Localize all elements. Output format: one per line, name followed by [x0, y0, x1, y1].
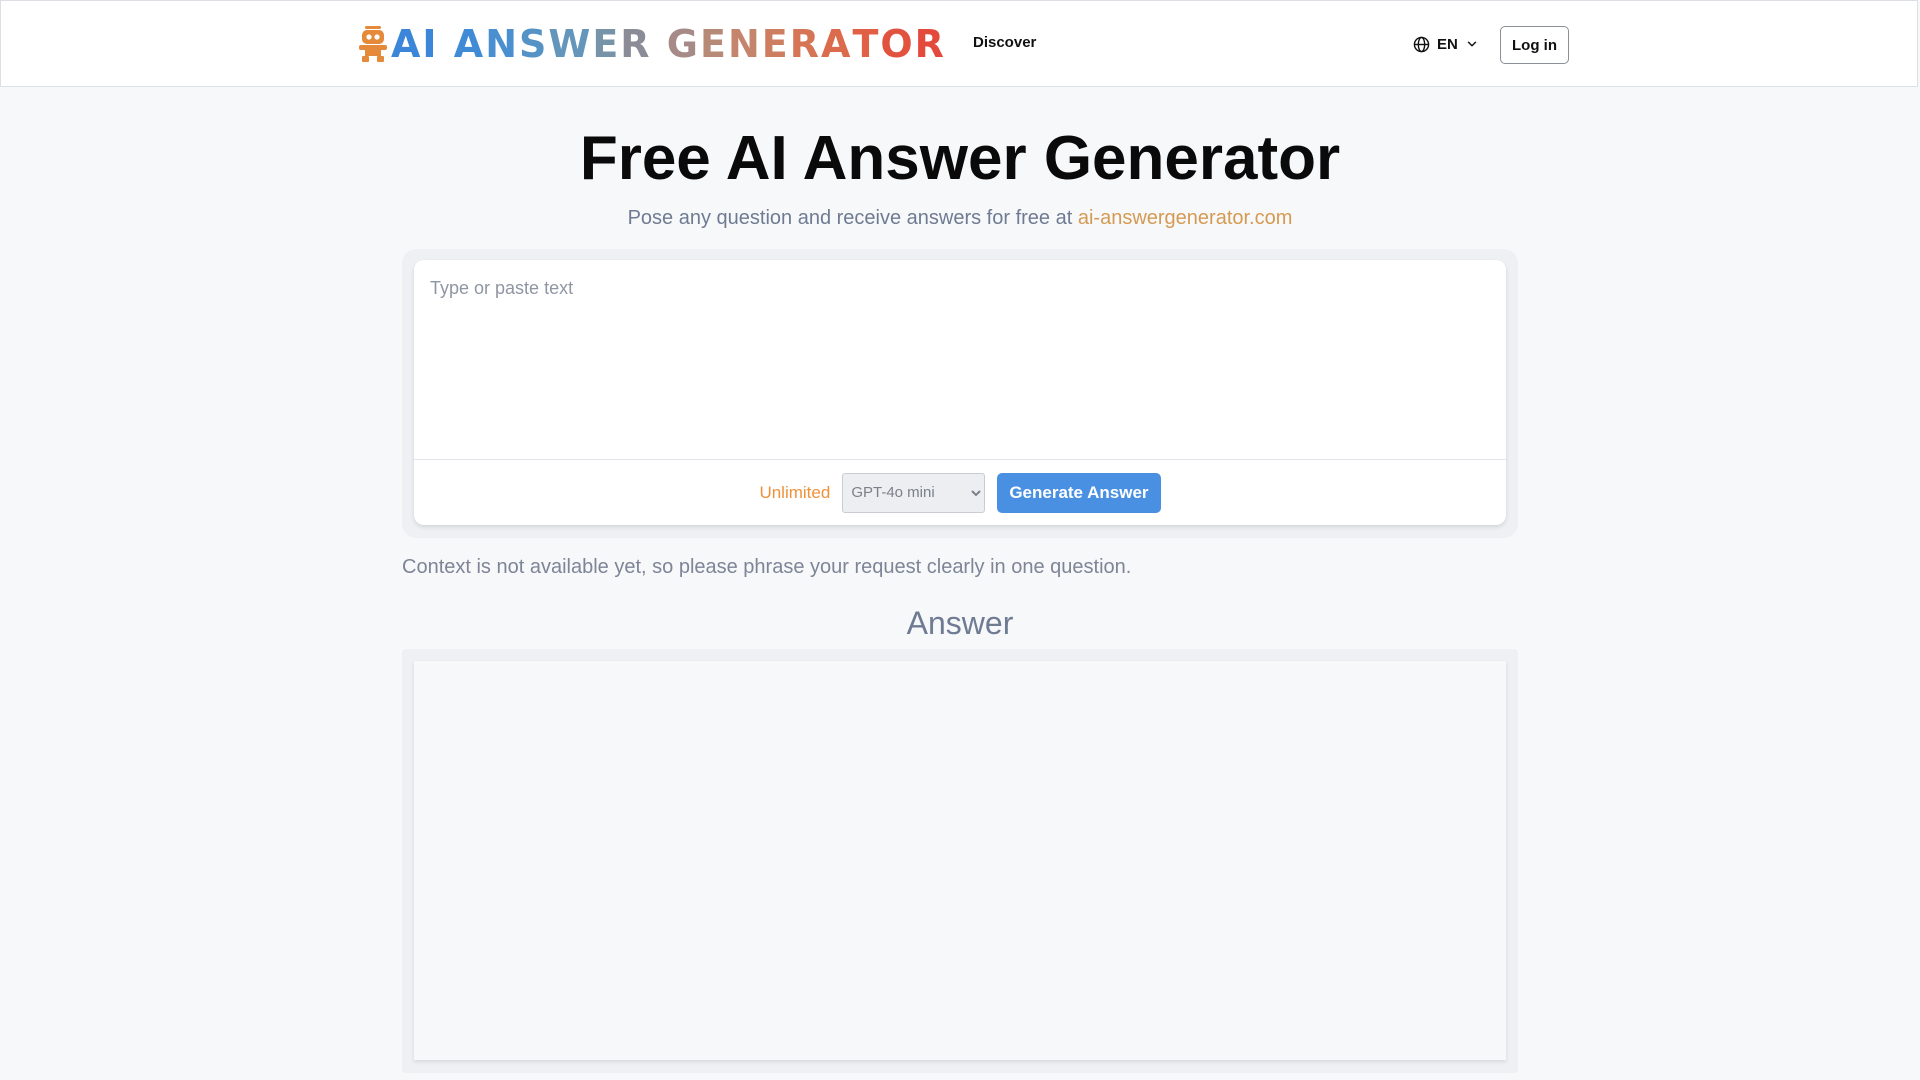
logo-letter: A: [453, 22, 486, 66]
page-subtitle: Pose any question and receive answers fo…: [0, 205, 1920, 231]
logo-letter: E: [592, 22, 621, 66]
logo-letter: N: [727, 22, 762, 66]
model-select[interactable]: GPT-4o mini: [842, 472, 986, 513]
logo-letter: [652, 25, 667, 63]
logo-letter: I: [422, 22, 439, 66]
language-switcher[interactable]: EN: [1413, 32, 1479, 56]
answer-panel: [402, 649, 1518, 1073]
question-card: Unlimited GPT-4o mini Generate Answer: [414, 260, 1506, 525]
logo-letter: G: [666, 22, 700, 66]
logo-letter: N: [485, 22, 520, 66]
logo-letter: R: [789, 22, 822, 66]
logo-letter: R: [620, 22, 652, 66]
globe-icon: [1413, 36, 1430, 52]
logo-letter: [439, 25, 454, 63]
logo-letter: E: [761, 22, 790, 66]
logo-letter: A: [391, 22, 423, 66]
logo-letter: S: [519, 22, 549, 66]
answer-output: [414, 661, 1506, 1060]
site-header: AI ANSWER GENERATOR Discover EN Log in: [0, 0, 1918, 87]
generate-answer-button[interactable]: Generate Answer: [997, 472, 1161, 513]
unlimited-label: Unlimited: [759, 482, 831, 502]
login-button[interactable]: Log in: [1500, 26, 1569, 64]
logo-wordmark: AI ANSWER GENERATOR: [391, 25, 946, 63]
logo-letter: A: [821, 22, 853, 66]
context-note: Context is not available yet, so please …: [402, 556, 1132, 578]
site-domain-link[interactable]: ai-answergenerator.com: [1078, 207, 1293, 229]
subtitle-text: Pose any question and receive answers fo…: [627, 207, 1078, 229]
nav-discover-link[interactable]: Discover: [973, 34, 1036, 51]
question-input[interactable]: [414, 260, 1506, 460]
page-title: Free AI Answer Generator: [579, 124, 1341, 193]
input-controls: Unlimited GPT-4o mini Generate Answer: [414, 460, 1506, 525]
question-panel: Unlimited GPT-4o mini Generate Answer: [402, 249, 1518, 538]
logo-letter: T: [852, 22, 881, 66]
logo-letter: W: [548, 22, 593, 66]
chevron-down-icon: [1467, 41, 1477, 47]
language-label: EN: [1437, 35, 1458, 53]
logo-letter: R: [914, 22, 946, 66]
site-logo[interactable]: AI ANSWER GENERATOR: [359, 21, 946, 67]
answer-heading: Answer: [906, 605, 1014, 641]
logo-letter: E: [700, 22, 728, 66]
robot-icon: [359, 26, 387, 62]
logo-letter: O: [880, 22, 915, 66]
